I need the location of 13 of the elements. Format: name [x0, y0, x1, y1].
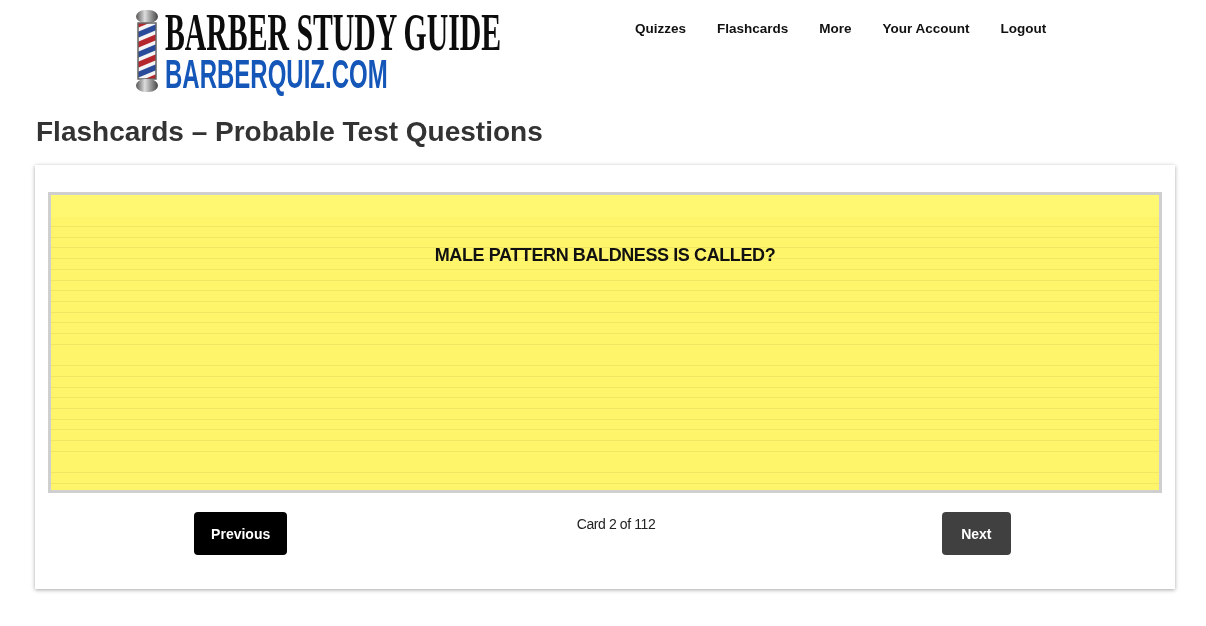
nav-link[interactable]: Logout	[1000, 19, 1047, 39]
next-button[interactable]: Next	[942, 512, 1011, 555]
nav-link[interactable]: Quizzes	[635, 19, 686, 39]
previous-button[interactable]: Previous	[194, 512, 288, 555]
flashcard-question: MALE PATTERN BALDNESS IS CALLED?	[434, 245, 776, 265]
flashcard[interactable]: MALE PATTERN BALDNESS IS CALLED?	[48, 192, 1162, 493]
page-title: Flashcards – Probable Test Questions	[36, 115, 543, 149]
nav-link[interactable]: Your Account	[882, 19, 970, 39]
nav-link[interactable]: More	[819, 19, 852, 39]
nav-link[interactable]: Flashcards	[717, 19, 789, 39]
card-counter: Card 2 of 112	[576, 516, 656, 532]
barber-pole-icon	[133, 10, 161, 92]
logo-title: BARBER STUDY GUIDE	[165, 10, 502, 56]
